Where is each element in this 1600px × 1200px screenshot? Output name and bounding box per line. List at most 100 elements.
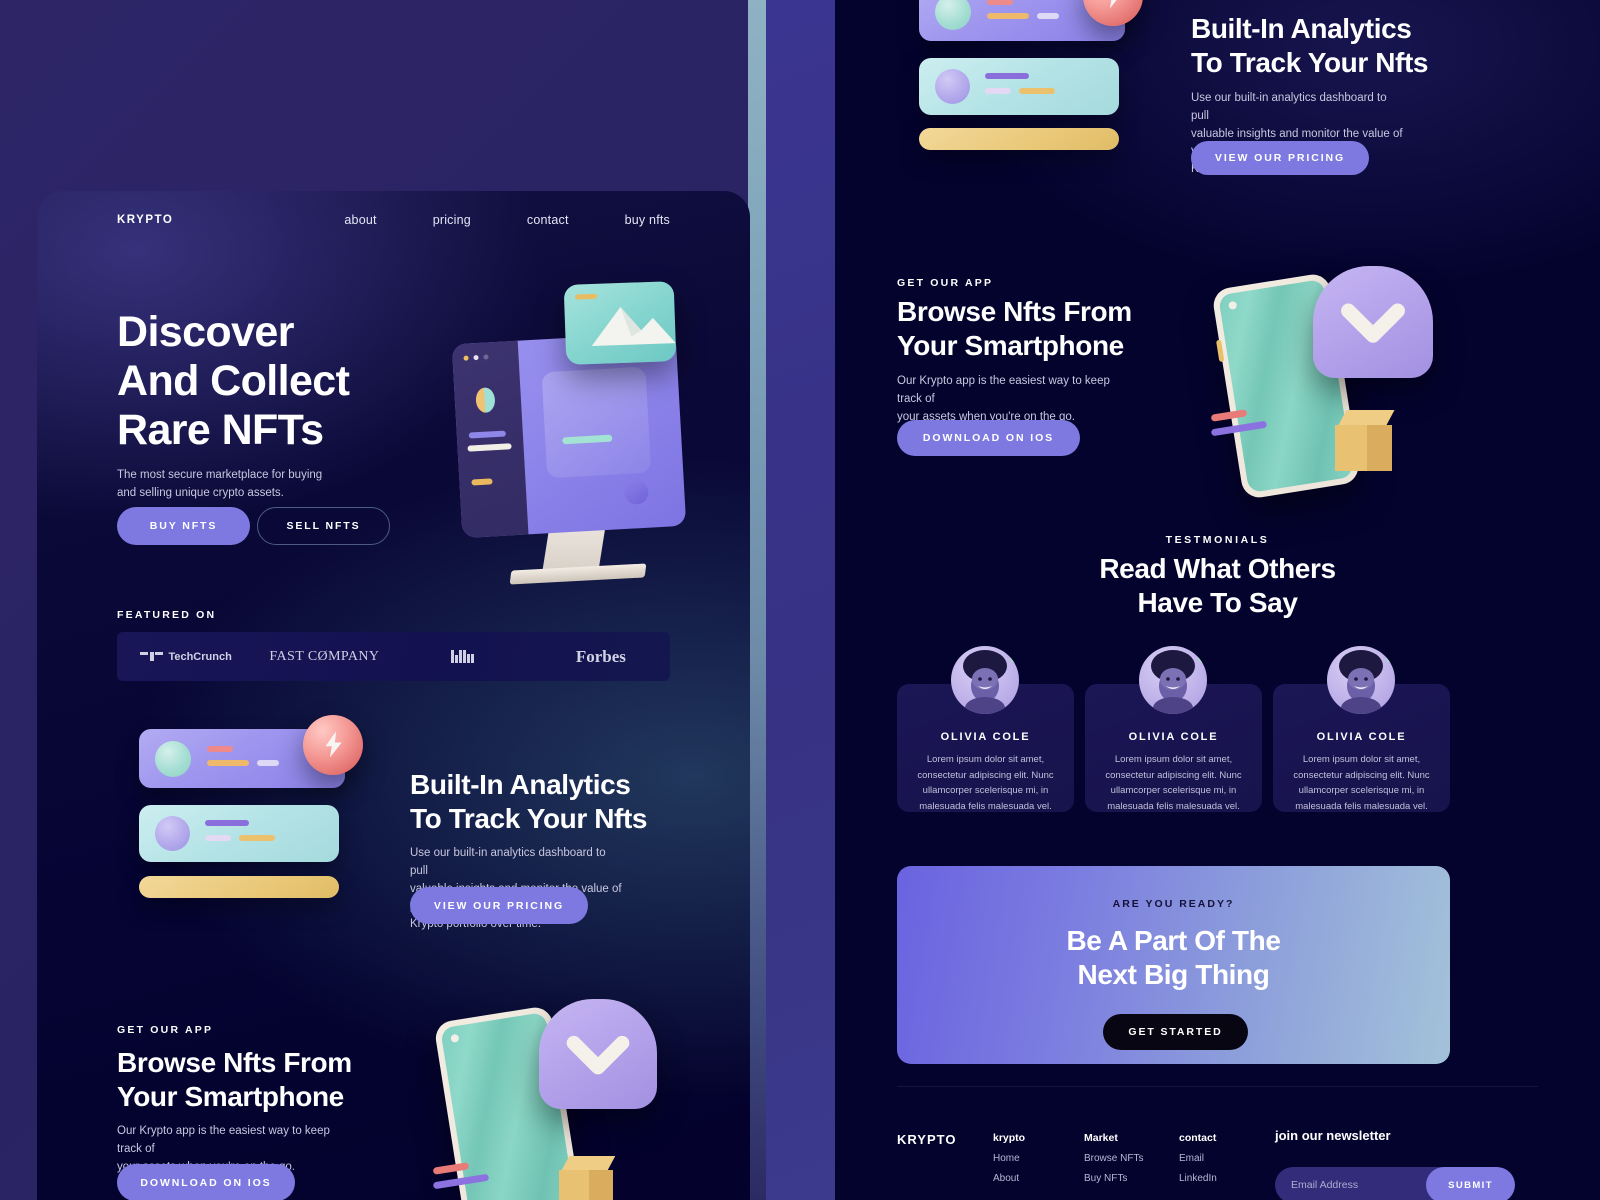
avatar-portrait-icon: [963, 650, 1007, 714]
hero-illustration: [439, 281, 719, 613]
logo-fast-company-label: FAST CØMPANY: [269, 648, 380, 664]
background-accent-strip-purple: [766, 0, 835, 1200]
monitor-content-bar: [562, 434, 613, 445]
get-app-title-line-1: Browse Nfts From: [117, 1047, 352, 1078]
brand-logo[interactable]: KRYPTO: [117, 214, 173, 226]
logo-mit[interactable]: [394, 650, 532, 663]
analytics-bar-amber: [239, 835, 275, 841]
analytics-title: Built-In Analytics To Track Your Nfts: [410, 768, 710, 836]
footer-column-krypto: krypto Home About: [993, 1132, 1025, 1184]
avatar-status-dot: [1386, 652, 1395, 663]
buy-nfts-button[interactable]: BUY NFTS: [117, 507, 250, 545]
chevron-down-icon-right: [1341, 303, 1405, 343]
newsletter-signup: join our newsletter SUBMIT: [1275, 1128, 1515, 1200]
analytics-orb-mint: [155, 741, 191, 777]
avatar-status-dot: [1010, 652, 1019, 663]
view-pricing-button[interactable]: VIEW OUR PRICING: [410, 887, 588, 924]
analytics-illustration-right: [897, 0, 1143, 174]
testimonial-quote: Lorem ipsum dolor sit amet, consectetur …: [917, 754, 1054, 813]
analytics-body-right-line-1: Use our built-in analytics dashboard to …: [1191, 92, 1387, 122]
nav-item-contact[interactable]: contact: [527, 213, 569, 227]
sell-nfts-button[interactable]: SELL NFTS: [257, 507, 390, 545]
nav-item-about[interactable]: about: [344, 213, 376, 227]
image-card-illustration: [563, 281, 677, 365]
logo-fast-company[interactable]: FAST CØMPANY: [255, 649, 393, 665]
logo-techcrunch[interactable]: TechCrunch: [117, 651, 255, 663]
analytics-bar-lilac: [205, 835, 231, 841]
chevron-down-icon: [566, 1035, 630, 1075]
nav-item-buy-nfts[interactable]: buy nfts: [625, 213, 670, 227]
get-app-title: Browse Nfts From Your Smartphone: [117, 1046, 417, 1114]
testimonials-title-line-1: Read What Others: [1099, 553, 1336, 584]
footer-link-browse-nfts[interactable]: Browse NFTs: [1084, 1153, 1143, 1164]
landing-page-preview-left: KRYPTO about pricing contact buy nfts Di…: [37, 191, 750, 1200]
background-accent-strip-slate: [748, 0, 766, 1200]
cta-eyebrow: ARE YOU READY?: [1112, 898, 1235, 910]
get-app-body-right-line-1: Our Krypto app is the easiest way to kee…: [897, 375, 1110, 405]
avatar-portrait-icon: [1151, 650, 1195, 714]
download-ios-button-left[interactable]: DOWNLOAD ON IOS: [117, 1164, 295, 1200]
chevron-badge: [1313, 266, 1433, 378]
analytics-bar-gold: [207, 760, 249, 766]
footer-link-email[interactable]: Email: [1179, 1153, 1217, 1164]
testimonial-card[interactable]: OLIVIA COLE Lorem ipsum dolor sit amet, …: [1273, 646, 1450, 812]
testimonial-name: OLIVIA COLE: [940, 731, 1031, 743]
analytics-title-right-line-2: To Track Your Nfts: [1191, 47, 1429, 79]
logo-forbes-label: Forbes: [575, 646, 626, 666]
footer-link-linkedin[interactable]: LinkedIn: [1179, 1173, 1217, 1184]
footer-brand[interactable]: KRYPTO: [897, 1132, 956, 1147]
monitor-avatar-orb: [475, 387, 496, 414]
analytics-bar-purple: [205, 820, 249, 826]
analytics-bar-lavender: [257, 760, 279, 766]
testimonial-card[interactable]: OLIVIA COLE Lorem ipsum dolor sit amet, …: [1085, 646, 1262, 813]
analytics-bar-lilac-right: [985, 88, 1011, 94]
newsletter-submit-button[interactable]: SUBMIT: [1426, 1167, 1515, 1200]
get-app-body-right: Our Krypto app is the easiest way to kee…: [897, 373, 1112, 426]
footer-column-heading: contact: [1179, 1132, 1217, 1144]
cube-illustration: [1333, 410, 1399, 476]
logo-techcrunch-label: TechCrunch: [168, 650, 232, 663]
newsletter-heading: join our newsletter: [1275, 1128, 1391, 1143]
monitor-sidebar: [451, 340, 529, 539]
analytics-orb-mint-right: [935, 0, 971, 30]
get-started-button[interactable]: GET STARTED: [1103, 1014, 1248, 1050]
newsletter-field-group[interactable]: SUBMIT: [1275, 1167, 1515, 1200]
hero-title-line-3: Rare NFTs: [117, 406, 324, 455]
avatar: [1139, 646, 1207, 714]
download-ios-button[interactable]: DOWNLOAD ON IOS: [897, 420, 1080, 456]
analytics-body-line-1: Use our built-in analytics dashboard to …: [410, 847, 606, 877]
hero-title-line-1: Discover: [117, 308, 294, 356]
analytics-bar-lavender-right: [1037, 13, 1059, 19]
chevron-badge-left: [539, 999, 657, 1109]
footer-link-buy-nfts[interactable]: Buy NFTs: [1084, 1173, 1143, 1184]
get-app-body-line-1: Our Krypto app is the easiest way to kee…: [117, 1125, 330, 1155]
testimonial-card[interactable]: OLIVIA COLE Lorem ipsum dolor sit amet, …: [897, 646, 1074, 813]
analytics-bar-gold-right: [987, 13, 1029, 19]
get-app-title-right-line-2: Your Smartphone: [897, 330, 1124, 362]
get-app-title-right-line-1: Browse Nfts From: [897, 296, 1132, 327]
analytics-bar-amber-right: [1019, 88, 1055, 94]
email-input[interactable]: [1291, 1167, 1426, 1200]
footer-column-contact: contact Email LinkedIn: [1179, 1132, 1217, 1184]
footer-link-home[interactable]: Home: [993, 1153, 1025, 1164]
avatar-portrait-icon: [1339, 650, 1383, 714]
cube-illustration-left: [557, 1156, 619, 1200]
analytics-card-mint: [139, 805, 339, 862]
analytics-bar-purple-right: [985, 73, 1029, 79]
footer-link-about[interactable]: About: [993, 1173, 1025, 1184]
lightning-bolt-icon-right: [1109, 0, 1117, 9]
cta-title-line-2: Next Big Thing: [1077, 959, 1270, 991]
analytics-card-mint-right: [919, 58, 1119, 115]
logo-forbes[interactable]: Forbes: [532, 647, 670, 667]
view-pricing-button-right[interactable]: VIEW OUR PRICING: [1191, 141, 1369, 175]
nav-links: about pricing contact buy nfts: [344, 213, 670, 227]
testimonial-quote: Lorem ipsum dolor sit amet, consectetur …: [1105, 754, 1242, 813]
cta-banner: ARE YOU READY? Be A Part Of The Next Big…: [897, 866, 1450, 1064]
featured-logos-bar: TechCrunch FAST CØMPANY Forbes: [117, 632, 670, 681]
monitor-content-area: [541, 366, 652, 479]
testimonial-name: OLIVIA COLE: [1128, 731, 1219, 743]
footer-divider: [897, 1086, 1538, 1087]
testimonial-name: OLIVIA COLE: [1316, 731, 1407, 743]
nav-item-pricing[interactable]: pricing: [433, 213, 471, 227]
lightning-bolt-badge: [303, 715, 363, 775]
